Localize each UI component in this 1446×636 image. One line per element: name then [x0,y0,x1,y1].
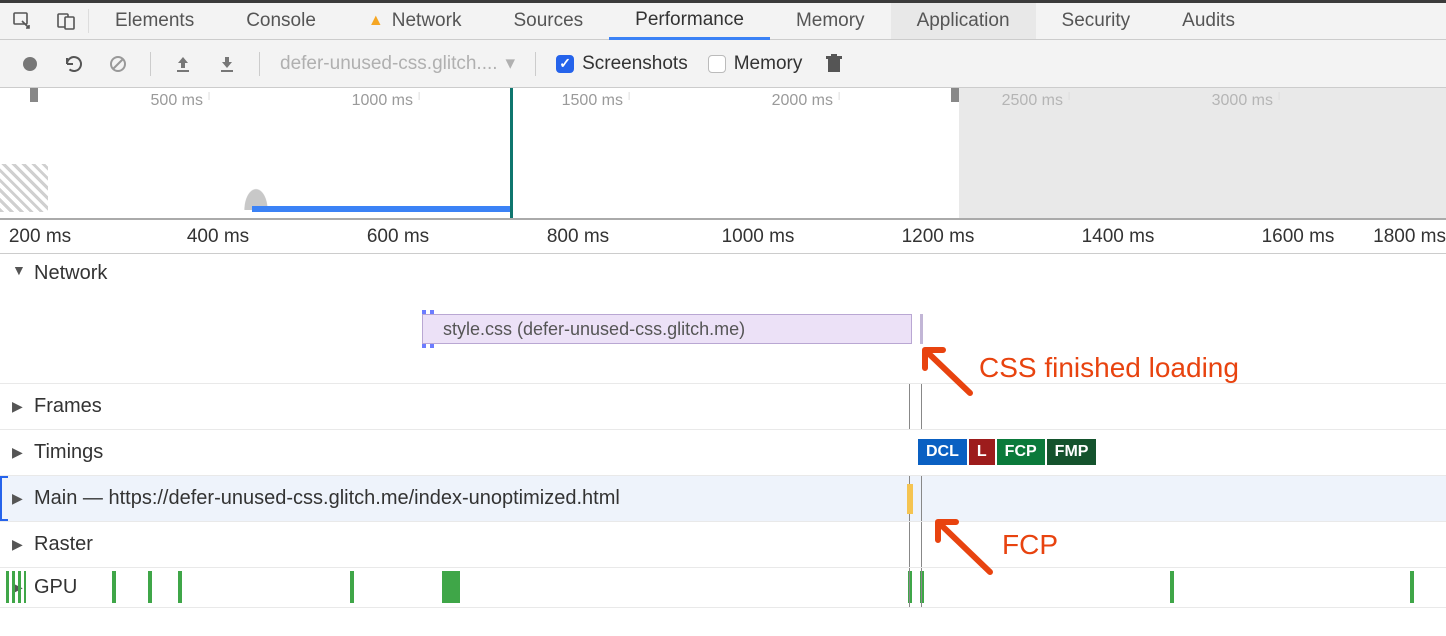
upload-icon[interactable] [171,55,195,73]
network-request-label: style.css (defer-unused-css.glitch.me) [443,319,745,340]
selection-indicator [0,476,8,521]
reload-icon[interactable] [62,54,86,74]
lane-label: Frames [34,395,102,418]
device-toggle-icon[interactable] [44,3,88,39]
lane-label: Main — https://defer-unused-css.glitch.m… [34,487,620,510]
flamechart-rows: ▼ Network style.css (defer-unused-css.gl… [0,254,1446,608]
gpu-block [442,571,460,603]
trash-icon[interactable] [822,54,846,74]
tab-network[interactable]: ▲Network [342,3,488,39]
lane-label: Timings [34,441,103,464]
overview-handle-left[interactable] [30,88,38,102]
gpu-tick [1410,571,1414,603]
clear-icon[interactable] [106,54,130,74]
lane-raster[interactable]: ▶ Raster [0,522,1446,568]
badge-fmp[interactable]: FMP [1047,439,1097,465]
overview-ruler: 500 ms 1000 ms 1500 ms 2000 ms 2500 ms 3… [0,88,1446,114]
main-task-block[interactable] [907,484,913,514]
memory-checkbox[interactable]: Memory [708,53,803,75]
badge-dcl[interactable]: DCL [918,439,967,465]
overview-load-line [510,88,513,218]
tab-security[interactable]: Security [1036,3,1157,39]
download-icon[interactable] [215,55,239,73]
tab-elements[interactable]: Elements [89,3,220,39]
performance-toolbar: defer-unused-css.glitch....▾ Screenshots… [0,40,1446,88]
inspect-icon[interactable] [0,3,44,39]
lane-frames[interactable]: ▶ Frames [0,384,1446,430]
profile-select[interactable]: defer-unused-css.glitch....▾ [280,52,515,75]
record-icon[interactable] [18,55,42,73]
gpu-tick [112,571,116,603]
lane-network[interactable]: ▼ Network style.css (defer-unused-css.gl… [0,254,1446,384]
timing-badges: DCL L FCP FMP [918,439,1096,465]
detail-ruler[interactable]: 200 ms 400 ms 600 ms 800 ms 1000 ms 1200… [0,220,1446,254]
tab-memory[interactable]: Memory [770,3,891,39]
tab-performance[interactable]: Performance [609,3,770,40]
tab-sources[interactable]: Sources [487,3,609,39]
gpu-tick [350,571,354,603]
chevron-down-icon: ▾ [506,52,516,75]
expand-icon[interactable]: ▶ [12,490,26,507]
expand-icon[interactable]: ▶ [12,398,26,415]
devtools-tabbar: Elements Console ▲Network Sources Perfor… [0,0,1446,40]
expand-icon[interactable]: ▶ [12,536,26,553]
tab-audits[interactable]: Audits [1156,3,1261,39]
lane-gpu[interactable]: ▶ GPU [0,568,1446,608]
lane-label: GPU [34,576,77,599]
lane-label: Raster [34,533,93,556]
expand-icon[interactable]: ▶ [12,444,26,461]
gpu-tick [148,571,152,603]
overview-activity [0,164,48,212]
tab-application[interactable]: Application [891,3,1036,39]
lane-main[interactable]: ▶ Main — https://defer-unused-css.glitch… [0,476,1446,522]
network-request-bar[interactable]: style.css (defer-unused-css.glitch.me) [422,314,912,344]
badge-fcp[interactable]: FCP [997,439,1045,465]
overview-activity [236,174,276,210]
warning-icon: ▲ [368,12,384,30]
overview-timeline[interactable]: 500 ms 1000 ms 1500 ms 2000 ms 2500 ms 3… [0,88,1446,220]
badge-load[interactable]: L [969,439,995,465]
gpu-activity [6,571,26,603]
gpu-tick [178,571,182,603]
overview-network-bar [252,206,512,212]
request-end-marker [920,314,923,344]
screenshots-checkbox[interactable]: Screenshots [556,53,688,75]
overview-handle-right[interactable] [951,88,959,102]
gpu-tick [1170,571,1174,603]
lane-timings[interactable]: ▶ Timings DCL L FCP FMP [0,430,1446,476]
tab-console[interactable]: Console [220,3,342,39]
